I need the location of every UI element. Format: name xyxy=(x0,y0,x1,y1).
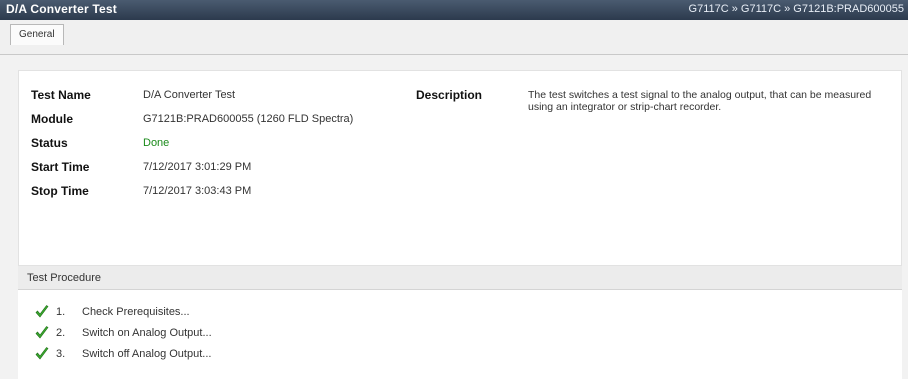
test-name-value: D/A Converter Test xyxy=(143,89,236,101)
description-label: Description xyxy=(416,88,483,102)
tab-strip: General xyxy=(0,20,908,55)
status-value: Done xyxy=(143,137,170,149)
stop-time-value: 7/12/2017 3:03:43 PM xyxy=(143,185,252,197)
step-number: 3. xyxy=(56,348,66,360)
title-bar: D/A Converter Test G7117C » G7117C » G71… xyxy=(0,0,908,20)
module-value: G7121B:PRAD600055 (1260 FLD Spectra) xyxy=(143,113,354,125)
module-breadcrumb: G7117C » G7117C » G7121B:PRAD600055 xyxy=(688,3,904,15)
test-name-label: Test Name xyxy=(31,88,91,102)
module-label: Module xyxy=(31,112,73,126)
test-procedure-list: 1. Check Prerequisites... 2. Switch on A… xyxy=(18,290,902,379)
test-procedure-label: Test Procedure xyxy=(27,272,101,284)
step-name: Switch off Analog Output... xyxy=(82,348,212,360)
step-name: Check Prerequisites... xyxy=(82,306,190,318)
start-time-label: Start Time xyxy=(31,160,90,174)
step-number: 2. xyxy=(56,327,66,339)
description-text: The test switches a test signal to the a… xyxy=(528,89,872,113)
checkmark-icon xyxy=(35,305,49,318)
stop-time-label: Stop Time xyxy=(31,184,89,198)
tab-general[interactable]: General xyxy=(10,24,64,45)
window-title: D/A Converter Test xyxy=(6,2,117,16)
test-procedure-header: Test Procedure xyxy=(18,266,902,290)
step-number: 1. xyxy=(56,306,66,318)
checkmark-icon xyxy=(35,347,49,360)
checkmark-icon xyxy=(35,326,49,339)
test-info-panel: Test Name D/A Converter Test Module G712… xyxy=(18,70,902,266)
start-time-value: 7/12/2017 3:01:29 PM xyxy=(143,161,252,173)
step-name: Switch on Analog Output... xyxy=(82,327,212,339)
status-label: Status xyxy=(31,136,68,150)
